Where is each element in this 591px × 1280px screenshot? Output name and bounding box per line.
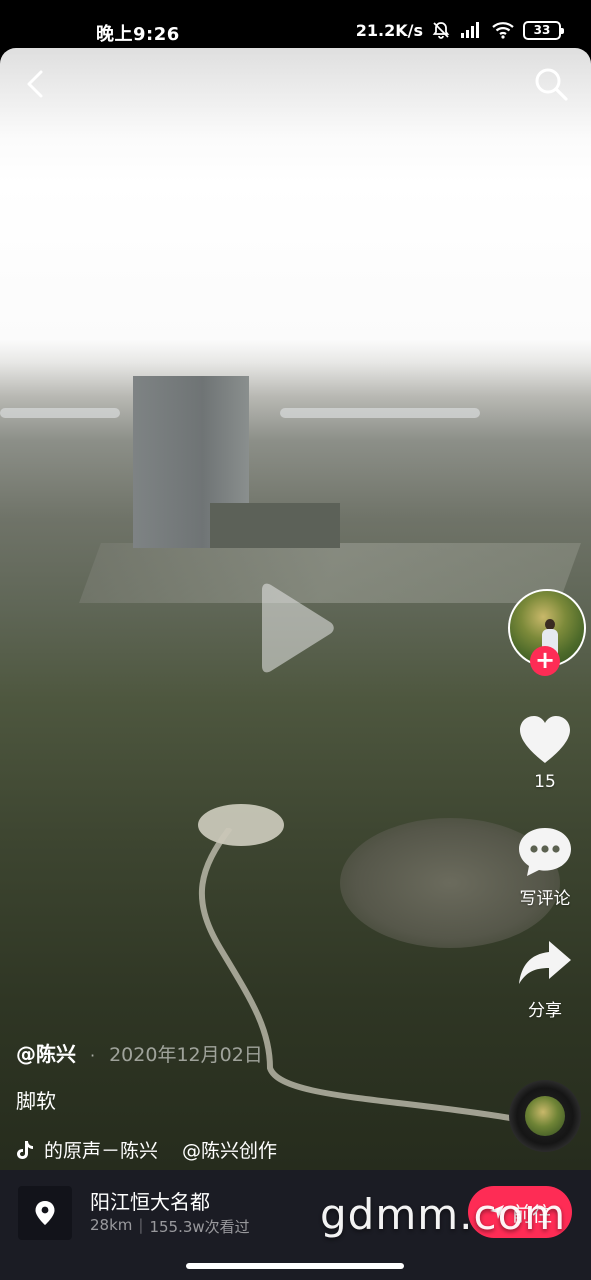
location-views: 155.3w次看过 <box>149 1218 250 1236</box>
location-name: 阳江恒大名都 <box>90 1190 210 1214</box>
post-date: 2020年12月02日 <box>109 1044 263 1066</box>
comment-label: 写评论 <box>519 889 571 909</box>
music-creator: @陈兴创作 <box>182 1140 278 1162</box>
location-distance: 28km <box>90 1216 133 1234</box>
share-label: 分享 <box>528 1001 562 1021</box>
mute-bell-icon <box>432 22 450 39</box>
status-time: 晚上9:26 <box>96 24 180 45</box>
music-disc-cover <box>525 1096 565 1136</box>
follow-plus-button[interactable]: + <box>530 646 560 676</box>
heart-icon <box>520 716 570 763</box>
location-meta: 28km | 155.3w次看过 <box>90 1216 250 1237</box>
video-caption: @陈兴 · 2020年12月02日 脚软 的原声－陈兴 @陈兴创作 <box>16 1038 496 1163</box>
comment-icon <box>519 828 571 876</box>
comment-button[interactable]: 写评论 <box>508 826 582 909</box>
location-pin-box <box>18 1186 72 1240</box>
like-count: 15 <box>534 772 556 792</box>
site-watermark: gdmm.com <box>320 1190 567 1239</box>
home-indicator[interactable] <box>186 1263 404 1269</box>
like-button[interactable]: 15 <box>508 714 582 792</box>
music-disc[interactable] <box>509 1080 581 1152</box>
video-description: 脚软 <box>16 1089 56 1113</box>
battery-indicator: 33 <box>523 20 564 40</box>
system-nav-bar <box>0 1256 591 1280</box>
video-low-building <box>210 503 340 548</box>
music-info[interactable]: 的原声－陈兴 @陈兴创作 <box>16 1136 496 1163</box>
author-line: @陈兴 · 2020年12月02日 <box>16 1038 496 1067</box>
separator-dot: · <box>90 1046 96 1065</box>
wifi-icon <box>492 22 514 39</box>
video-top-shade <box>0 48 591 138</box>
share-button[interactable]: 分享 <box>508 938 582 1021</box>
video-river-segment <box>0 408 120 418</box>
video-river-segment <box>280 408 480 418</box>
play-icon[interactable] <box>256 582 336 674</box>
status-indicators: 21.2K/s 33 <box>355 20 564 40</box>
signal-icon <box>461 22 479 38</box>
net-speed: 21.2K/s <box>355 20 423 40</box>
back-arrow-icon[interactable] <box>20 68 52 100</box>
music-title: 的原声－陈兴 <box>44 1140 159 1162</box>
author-name[interactable]: @陈兴 <box>16 1038 76 1067</box>
music-note-icon <box>17 1140 33 1159</box>
share-arrow-icon <box>519 941 571 984</box>
location-pin-icon <box>35 1201 55 1225</box>
meta-divider: | <box>138 1216 144 1234</box>
search-icon[interactable] <box>533 66 569 102</box>
